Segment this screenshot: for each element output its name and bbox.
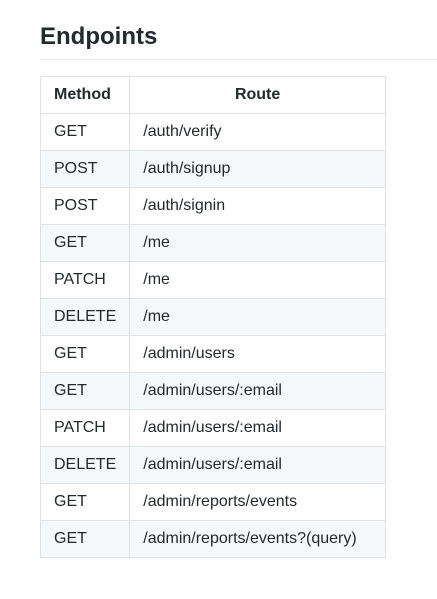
route-cell: /me (129, 298, 386, 336)
table-row: POST /auth/signin (39, 187, 386, 225)
table-row: PATCH /admin/users/:email (39, 409, 386, 447)
route-cell: /admin/reports/events (129, 483, 386, 521)
table-row: GET /admin/reports/events?(query) (39, 520, 386, 558)
route-cell: /auth/verify (129, 113, 386, 151)
method-cell: DELETE (39, 298, 131, 336)
route-cell: /admin/users/:email (129, 409, 386, 447)
column-header-route: Route (129, 76, 386, 114)
method-cell: POST (39, 187, 131, 225)
method-cell: GET (39, 520, 131, 558)
method-cell: GET (39, 113, 131, 151)
table-header: Method Route (39, 76, 386, 114)
table-row: GET /auth/verify (39, 113, 386, 151)
method-cell: GET (39, 483, 131, 521)
table-row: PATCH /me (39, 261, 386, 299)
table-row: GET /me (39, 224, 386, 262)
table-row: DELETE /admin/users/:email (39, 446, 386, 484)
table-header-row: Method Route (39, 76, 386, 114)
route-cell: /admin/users/:email (129, 446, 386, 484)
route-cell: /me (129, 224, 386, 262)
table-row: GET /admin/users/:email (39, 372, 386, 410)
method-cell: GET (39, 335, 131, 373)
endpoints-table: Method Route GET /auth/verify POST /auth… (39, 76, 386, 558)
route-cell: /auth/signin (129, 187, 386, 225)
route-cell: /admin/reports/events?(query) (129, 520, 386, 558)
table-row: GET /admin/users (39, 335, 386, 373)
table-row: POST /auth/signup (39, 150, 386, 188)
column-header-method: Method (39, 76, 131, 114)
route-cell: /me (129, 261, 386, 299)
method-cell: DELETE (39, 446, 131, 484)
section-heading: Endpoints (40, 18, 437, 60)
method-cell: GET (39, 224, 131, 262)
table-row: GET /admin/reports/events (39, 483, 386, 521)
method-cell: POST (39, 150, 131, 188)
method-cell: GET (39, 372, 131, 410)
route-cell: /auth/signup (129, 150, 386, 188)
route-cell: /admin/users/:email (129, 372, 386, 410)
method-cell: PATCH (39, 261, 131, 299)
table-row: DELETE /me (39, 298, 386, 336)
page-title: Endpoints (40, 23, 158, 50)
method-cell: PATCH (39, 409, 131, 447)
route-cell: /admin/users (129, 335, 386, 373)
table-body: GET /auth/verify POST /auth/signup POST … (39, 113, 386, 558)
